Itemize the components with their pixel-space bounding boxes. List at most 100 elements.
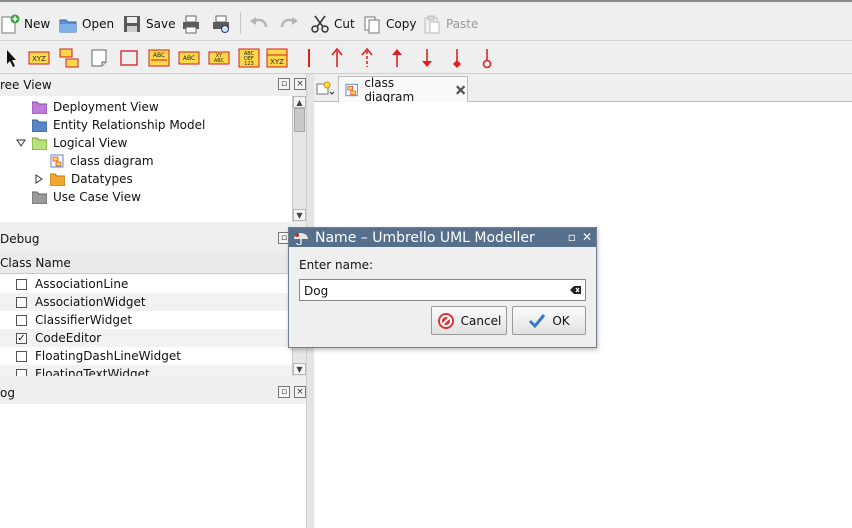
list-item[interactable]: FloatingTextWidget [0, 365, 292, 376]
lifeline-tool[interactable] [58, 47, 80, 69]
debug-class-list: Class Name AssociationLine AssociationWi… [0, 252, 292, 376]
tree-item-class-diagram[interactable]: class diagram [50, 152, 154, 170]
line-tool[interactable] [298, 47, 320, 69]
message-tool[interactable]: ABC [178, 47, 200, 69]
ok-button[interactable]: OK [512, 306, 586, 335]
text-tool[interactable]: ABC [148, 47, 170, 69]
checkbox[interactable] [16, 350, 27, 362]
checkbox[interactable] [16, 296, 27, 308]
svg-text:XYZ: XYZ [32, 55, 46, 63]
scroll-down-arrow-icon[interactable]: ▼ [293, 363, 306, 375]
maximize-icon[interactable]: ▫ [568, 230, 576, 244]
folder-purple-icon [32, 101, 47, 114]
svg-text:XYZ: XYZ [270, 58, 284, 66]
scroll-thumb[interactable] [294, 108, 305, 132]
list-item[interactable]: AssociationWidget [0, 293, 292, 311]
tab-class-diagram[interactable]: class diagram [338, 76, 468, 104]
new-diagram-button[interactable] [314, 78, 336, 100]
diagram-tab-bar: class diagram [314, 74, 852, 104]
scroll-down-arrow-icon[interactable]: ▼ [293, 209, 306, 221]
clear-input-button[interactable] [570, 284, 582, 296]
xy-abc-icon: XYABC [208, 51, 230, 65]
log-dock-title: og ▫ × [0, 382, 308, 404]
dialog-titlebar[interactable]: Name – Umbrello UML Modeller ▫ ✕ [289, 228, 596, 247]
list-item[interactable]: AssociationLine [0, 275, 292, 293]
dock-buttons: ▫ × [278, 386, 306, 398]
select-tool[interactable] [0, 47, 22, 69]
cut-button[interactable]: Cut [310, 12, 355, 36]
paste-button[interactable]: Paste [422, 12, 478, 36]
tree-item-deployment-view[interactable]: Deployment View [32, 98, 159, 116]
folder-gray-icon [32, 191, 47, 204]
debug-dock-title: Debug ▫ × [0, 228, 308, 250]
save-disk-icon [124, 16, 140, 32]
tree-item-logical-view[interactable]: Logical View [16, 134, 127, 152]
copy-button[interactable]: Copy [362, 12, 416, 36]
destroy-message-tool[interactable] [476, 47, 498, 69]
box-tool[interactable] [118, 47, 140, 69]
filled-arrow-up-icon [392, 49, 402, 67]
note-tool[interactable] [88, 47, 110, 69]
dialog-controls: ▫ ✕ [568, 230, 592, 244]
text-line-icon: ABC [148, 49, 170, 67]
tree-item-use-case-view[interactable]: Use Case View [32, 188, 141, 206]
redo-icon [280, 17, 298, 28]
async-message-tool[interactable] [356, 47, 378, 69]
dashed-arrow-up-icon [361, 47, 373, 67]
checkbox[interactable] [16, 368, 27, 376]
undo-icon [250, 17, 268, 28]
close-tab-icon[interactable] [454, 83, 467, 97]
new-button[interactable]: New [0, 12, 50, 36]
close-dock-icon[interactable]: × [294, 386, 306, 398]
arrow-up-icon [331, 47, 343, 67]
redo-button[interactable] [278, 12, 300, 36]
clear-text-icon [570, 286, 581, 294]
list-item[interactable]: ✓ CodeEditor [0, 329, 292, 347]
folder-blue-icon [32, 119, 47, 132]
name-input[interactable] [299, 279, 586, 301]
expand-arrow-icon[interactable] [34, 174, 44, 184]
arrow-down-diamond-icon [453, 49, 461, 68]
checkbox-checked[interactable]: ✓ [16, 332, 27, 344]
object-icon: XYZ [28, 51, 50, 65]
checkbox[interactable] [16, 314, 27, 326]
tree-item-entity-relationship-model[interactable]: Entity Relationship Model [32, 116, 205, 134]
open-button[interactable]: Open [58, 12, 114, 36]
copy-icon [364, 16, 380, 34]
found-message-tool[interactable] [386, 47, 408, 69]
collapse-arrow-icon[interactable] [16, 138, 26, 148]
float-dock-icon[interactable]: ▫ [278, 386, 290, 398]
list-item[interactable]: FloatingDashLineWidget [0, 347, 292, 365]
column-header-class-name[interactable]: Class Name [0, 252, 292, 274]
undo-button[interactable] [248, 12, 270, 36]
name-dialog: Name – Umbrello UML Modeller ▫ ✕ Enter n… [288, 227, 597, 348]
log-area [0, 404, 308, 528]
save-button[interactable]: Save [122, 12, 175, 36]
object-tool[interactable]: XYZ [28, 47, 50, 69]
close-icon[interactable]: ✕ [582, 230, 592, 244]
print-preview-button[interactable] [210, 12, 232, 36]
return-message-tool[interactable] [416, 47, 438, 69]
scroll-up-arrow-icon[interactable]: ▲ [293, 96, 306, 108]
arrow-pointer-icon [7, 50, 16, 67]
open-folder-icon [59, 19, 77, 33]
checkbox[interactable] [16, 278, 27, 290]
class-diagram-icon [50, 154, 64, 168]
xyz-box-tool[interactable]: XYZ [266, 47, 288, 69]
abc-def-tool[interactable]: ABC DEF 123 [238, 47, 260, 69]
class-diagram-icon [345, 83, 358, 97]
checkmark-icon [529, 313, 546, 328]
tree-item-datatypes[interactable]: Datatypes [34, 170, 133, 188]
float-dock-icon[interactable]: ▫ [278, 78, 290, 90]
close-dock-icon[interactable]: × [294, 78, 306, 90]
print-button[interactable] [180, 12, 202, 36]
arrow-down-icon [422, 49, 432, 67]
arrow-down-circle-icon [482, 49, 492, 69]
cancel-button[interactable]: Cancel [431, 306, 507, 335]
enter-name-label: Enter name: [299, 258, 374, 272]
tree-view-scrollbar[interactable]: ▲ ▼ [292, 96, 306, 222]
list-item[interactable]: ClassifierWidget [0, 311, 292, 329]
sync-message-tool[interactable] [326, 47, 348, 69]
xy-abc-tool[interactable]: XY ABC [208, 47, 230, 69]
lost-message-tool[interactable] [446, 47, 468, 69]
